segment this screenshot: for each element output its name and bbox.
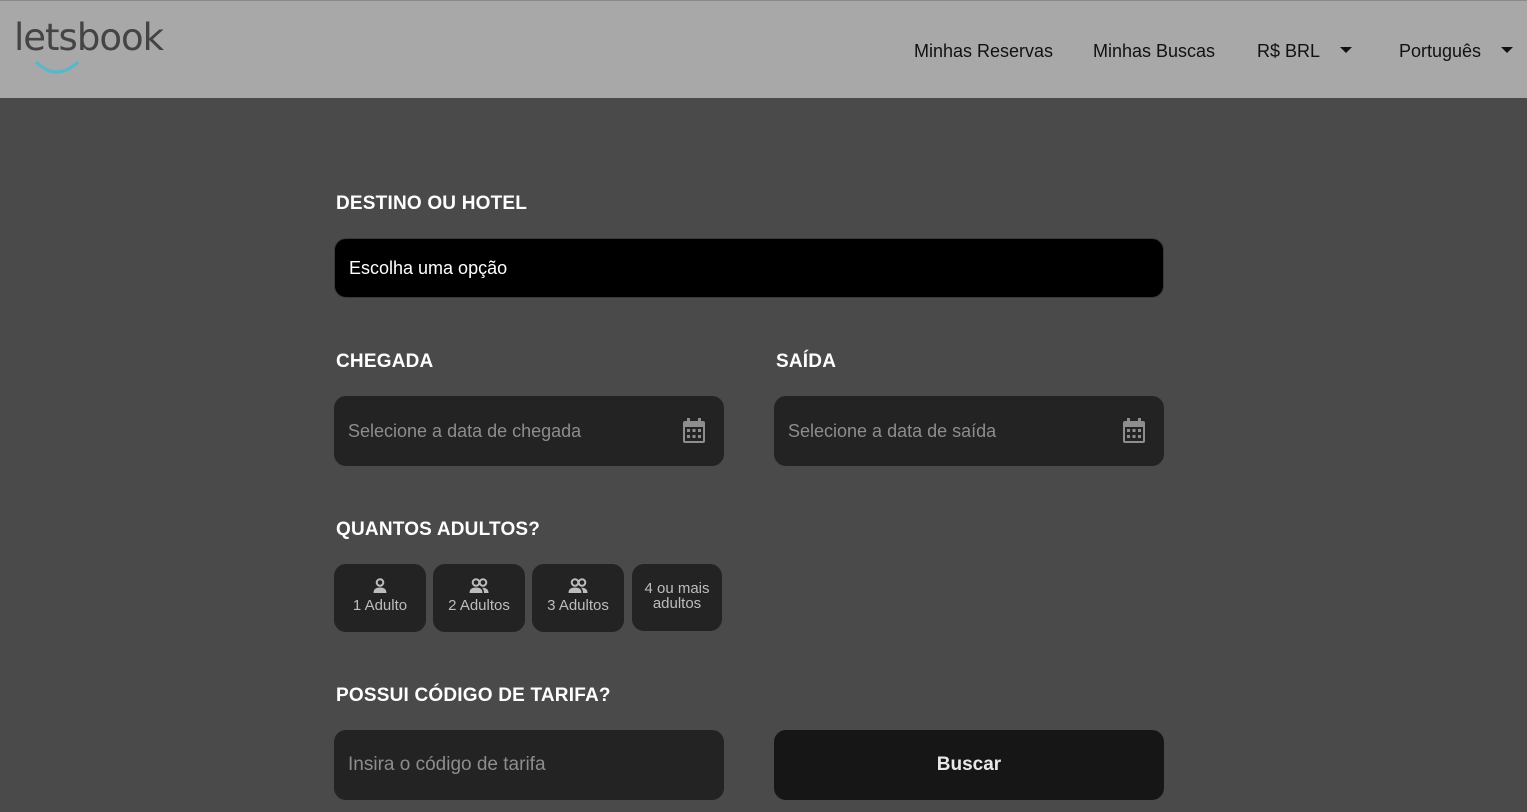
- chevron-down-icon: [1501, 47, 1514, 54]
- adults-option-3-label: 3 Adultos: [547, 597, 609, 614]
- nav-my-searches-label: Minhas Buscas: [1093, 41, 1216, 61]
- people-icon: [469, 578, 489, 593]
- rate-code-placeholder: Insira o código de tarifa: [348, 754, 546, 775]
- people-icon: [568, 578, 588, 593]
- adults-option-1[interactable]: 1 Adulto: [334, 564, 426, 632]
- nav-my-reservations[interactable]: Minhas Reservas: [914, 41, 1053, 62]
- person-icon: [373, 578, 387, 593]
- destination-select[interactable]: Escolha uma opção: [334, 238, 1164, 298]
- calendar-icon[interactable]: [682, 418, 706, 444]
- checkout-label: SAÍDA: [776, 351, 837, 372]
- checkout-date-field[interactable]: Selecione a data de saída: [774, 396, 1164, 466]
- checkin-label: CHEGADA: [336, 351, 434, 372]
- nav-my-reservations-label: Minhas Reservas: [914, 41, 1054, 61]
- adults-option-4-plus-label: 4 ou mais adultos: [644, 580, 710, 612]
- nav-my-searches[interactable]: Minhas Buscas: [1093, 41, 1215, 62]
- adults-option-2[interactable]: 2 Adultos: [433, 564, 525, 632]
- letsbook-logo[interactable]: letsbook: [14, 15, 184, 79]
- adults-option-2-label: 2 Adultos: [448, 597, 510, 614]
- adults-option-4-plus[interactable]: 4 ou mais adultos: [632, 564, 722, 631]
- chevron-down-icon: [1340, 47, 1353, 54]
- rate-code-label: POSSUI CÓDIGO DE TARIFA?: [336, 685, 611, 706]
- rate-code-input[interactable]: Insira o código de tarifa: [334, 730, 724, 800]
- language-dropdown[interactable]: Português: [1399, 41, 1514, 62]
- top-header: letsbook Minhas Reservas Minhas Buscas R…: [0, 0, 1527, 98]
- checkin-date-field[interactable]: Selecione a data de chegada: [334, 396, 724, 466]
- currency-label: R$ BRL: [1257, 41, 1321, 61]
- adults-option-3[interactable]: 3 Adultos: [532, 564, 624, 632]
- calendar-icon[interactable]: [1122, 418, 1146, 444]
- checkout-placeholder: Selecione a data de saída: [788, 420, 997, 441]
- adults-label: QUANTOS ADULTOS?: [336, 519, 541, 540]
- checkin-placeholder: Selecione a data de chegada: [348, 420, 582, 441]
- search-button[interactable]: Buscar: [774, 730, 1164, 800]
- adults-option-1-label: 1 Adulto: [352, 597, 408, 614]
- search-button-label: Buscar: [936, 754, 1002, 775]
- currency-dropdown[interactable]: R$ BRL: [1257, 41, 1353, 62]
- language-label: Português: [1399, 41, 1482, 61]
- destination-value: Escolha uma opção: [349, 257, 508, 278]
- logo-text: letsbook: [14, 16, 164, 59]
- destination-label: DESTINO OU HOTEL: [336, 193, 528, 214]
- logo-smile-icon: [35, 61, 79, 74]
